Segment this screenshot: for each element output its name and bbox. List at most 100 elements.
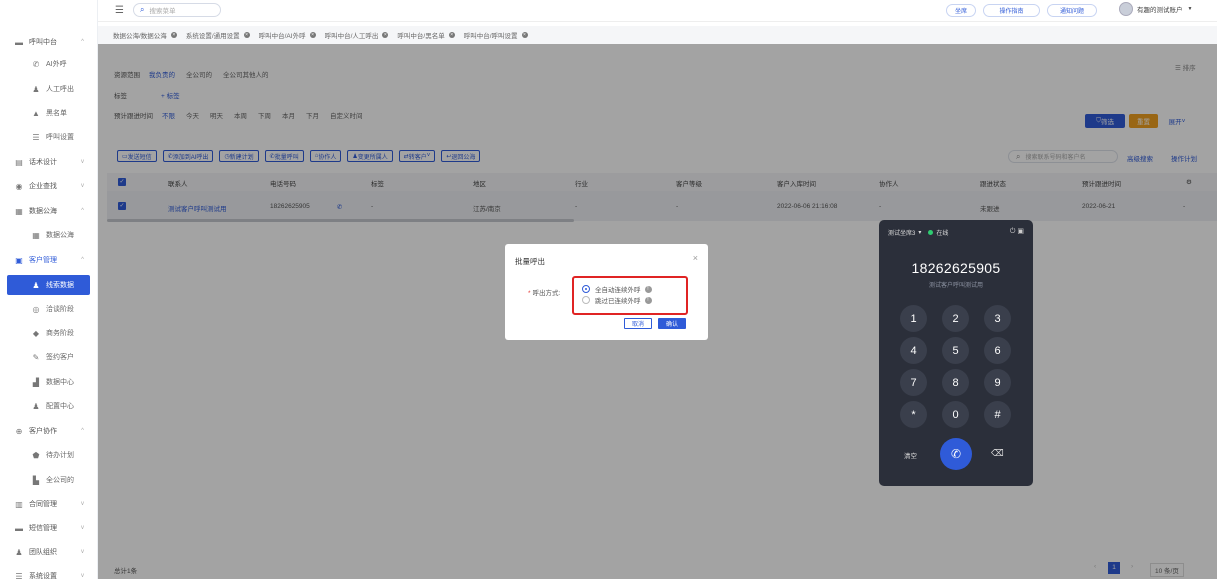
- chevron-down-icon: v: [81, 549, 84, 555]
- tab-call-settings[interactable]: 呼叫中台/呼叫设置 ×: [464, 30, 528, 40]
- sidebar-group-team[interactable]: ♟ 团队组织 v: [0, 542, 98, 562]
- dialer-panel: 测试坐席3 ▾ 在线 ⏻ ▣ 18262625905 测试客户呼叫测试用 1 2 3…: [879, 220, 1033, 486]
- chevron-up-icon: ^: [81, 428, 84, 434]
- close-icon[interactable]: ×: [693, 253, 698, 263]
- sidebar-group-cooperation[interactable]: ⊕ 客户协作 ^: [0, 421, 98, 441]
- cancel-button[interactable]: 取消: [624, 318, 652, 329]
- key-hash[interactable]: #: [984, 401, 1011, 428]
- confirm-button[interactable]: 确认: [658, 318, 686, 329]
- guide-button[interactable]: 操作指南: [983, 4, 1040, 17]
- chevron-up-icon: ^: [81, 208, 84, 214]
- clear-button[interactable]: 清空: [904, 450, 917, 460]
- sidebar-item-config-center[interactable]: ♟ 配置中心: [0, 396, 98, 416]
- settings-icon: ☰: [32, 132, 40, 142]
- monitor-icon: ▬: [15, 37, 23, 47]
- tab-blacklist[interactable]: 呼叫中台/黑名单 ×: [397, 30, 455, 40]
- close-icon[interactable]: ×: [243, 32, 250, 38]
- customer-icon: ▣: [15, 255, 23, 265]
- sidebar-item-manual-call[interactable]: ♟ 人工呼出: [0, 79, 98, 99]
- close-icon[interactable]: ×: [170, 32, 177, 38]
- agent-status[interactable]: 测试坐席3 ▾ 在线: [888, 228, 948, 237]
- backspace-icon[interactable]: ⌫: [991, 448, 1004, 459]
- sidebar-group-system[interactable]: ☰ 系统设置 v: [0, 566, 98, 579]
- tabs-bar: 数据公海/数据公海 × 系统设置/通用设置 × 呼叫中台/AI外呼 × 呼叫中台/人工…: [98, 26, 1217, 44]
- sidebar-group-company-search[interactable]: ◉ 企业查找 v: [0, 176, 98, 196]
- key-7[interactable]: 7: [900, 369, 927, 396]
- key-4[interactable]: 4: [900, 337, 927, 364]
- key-5[interactable]: 5: [942, 337, 969, 364]
- shield-icon: ⬟: [32, 450, 40, 460]
- sidebar: ▬ 呼叫中台 ^ ✆ AI外呼 ♟ 人工呼出 ▲ 黑名单 ☰ 呼叫设置 ▤ 话术设计 v ◉ 企业…: [0, 0, 98, 579]
- book-icon: ▤: [15, 157, 23, 167]
- user-menu[interactable]: 有趣的测试账户 ▼: [1119, 2, 1192, 16]
- close-icon[interactable]: ×: [521, 32, 528, 38]
- sidebar-group-data-sea[interactable]: ▦ 数据公海 ^: [0, 201, 98, 221]
- menu-search-input[interactable]: ⌕ 搜索菜单: [133, 3, 221, 17]
- sidebar-item-business[interactable]: ◆ 商务阶段: [0, 323, 98, 343]
- service-button[interactable]: 坐席: [946, 4, 976, 17]
- key-2[interactable]: 2: [942, 305, 969, 332]
- key-9[interactable]: 9: [984, 369, 1011, 396]
- sidebar-item-negotiation[interactable]: ◎ 洽谈阶段: [0, 299, 98, 319]
- phone-icon: ✆: [950, 447, 962, 461]
- sidebar-item-todo[interactable]: ⬟ 待办计划: [0, 445, 98, 465]
- system-icon: ☰: [15, 571, 23, 579]
- chevron-up-icon: ^: [81, 39, 84, 45]
- sidebar-group-contract[interactable]: ▥ 合同管理 v: [0, 494, 98, 514]
- caret-down-icon: ▾: [918, 230, 922, 236]
- dialog-title: 批量呼出: [515, 257, 545, 266]
- database-icon: ▦: [15, 206, 23, 216]
- chevron-down-icon: v: [81, 525, 84, 531]
- phone-icon: ✆: [32, 59, 40, 69]
- sidebar-item-leads[interactable]: ♟ 线索数据: [7, 275, 90, 295]
- key-1[interactable]: 1: [900, 305, 927, 332]
- tab-manual-call[interactable]: 呼叫中台/人工呼出 ×: [325, 30, 389, 40]
- sidebar-group-sms[interactable]: ▬ 短信管理 v: [0, 518, 98, 538]
- person-icon: ♟: [32, 84, 40, 94]
- chevron-down-icon: v: [81, 501, 84, 507]
- close-icon[interactable]: ×: [309, 32, 316, 38]
- dial-number: 18262625905: [911, 260, 1001, 276]
- coop-icon: ⊕: [15, 426, 23, 436]
- key-0[interactable]: 0: [942, 401, 969, 428]
- sidebar-group-call-center[interactable]: ▬ 呼叫中台 ^: [0, 32, 98, 52]
- diamond-icon: ◆: [32, 328, 40, 338]
- minimize-icon[interactable]: ▣: [1017, 228, 1024, 235]
- tab-ai-call[interactable]: 呼叫中台/AI外呼 ×: [259, 30, 316, 40]
- close-icon[interactable]: ×: [382, 32, 389, 38]
- dial-contact: 测试客户呼叫测试用: [928, 283, 983, 289]
- tab-system-settings[interactable]: 系统设置/通用设置 ×: [186, 30, 250, 40]
- sidebar-item-data-center[interactable]: ▟ 数据中心: [0, 372, 98, 392]
- sidebar-item-data-sea[interactable]: ▦ 数据公海: [0, 225, 98, 245]
- sidebar-item-blacklist[interactable]: ▲ 黑名单: [0, 103, 98, 123]
- highlight-box: [572, 276, 688, 315]
- sidebar-item-company-wide[interactable]: ▙ 全公司的: [0, 470, 98, 490]
- required-icon: *: [528, 290, 531, 297]
- dialer-window-icons[interactable]: ⏻ ▣: [1010, 227, 1024, 236]
- globe-icon: ◉: [15, 181, 23, 191]
- tab-data-sea[interactable]: 数据公海/数据公海 ×: [113, 30, 177, 40]
- close-icon[interactable]: ×: [448, 32, 455, 38]
- key-6[interactable]: 6: [984, 337, 1011, 364]
- online-dot: [928, 230, 934, 235]
- power-icon[interactable]: ⏻: [1010, 228, 1016, 235]
- top-bar: ☰ ⌕ 搜索菜单 坐席 操作指南 通知问题 有趣的测试账户 ▼: [98, 0, 1217, 22]
- key-star[interactable]: *: [900, 401, 927, 428]
- menu-toggle-icon[interactable]: ☰: [115, 5, 124, 16]
- chevron-down-icon: v: [81, 573, 84, 579]
- sidebar-group-customer[interactable]: ▣ 客户管理 ^: [0, 250, 98, 270]
- sidebar-item-ai-call[interactable]: ✆ AI外呼: [0, 54, 98, 74]
- notice-button[interactable]: 通知问题: [1047, 4, 1097, 17]
- key-3[interactable]: 3: [984, 305, 1011, 332]
- call-button[interactable]: ✆: [940, 438, 972, 470]
- sidebar-item-signed[interactable]: ✎ 签约客户: [0, 347, 98, 367]
- warning-icon: ▲: [32, 108, 40, 118]
- bars-icon: ▙: [32, 475, 40, 485]
- chevron-down-icon: v: [81, 183, 84, 189]
- sidebar-item-call-settings[interactable]: ☰ 呼叫设置: [0, 127, 98, 147]
- chart-icon: ▟: [32, 377, 40, 387]
- sign-icon: ✎: [32, 352, 40, 362]
- key-8[interactable]: 8: [942, 369, 969, 396]
- sidebar-group-script[interactable]: ▤ 话术设计 v: [0, 152, 98, 172]
- call-mode-label: * 呼出方式:: [528, 290, 561, 297]
